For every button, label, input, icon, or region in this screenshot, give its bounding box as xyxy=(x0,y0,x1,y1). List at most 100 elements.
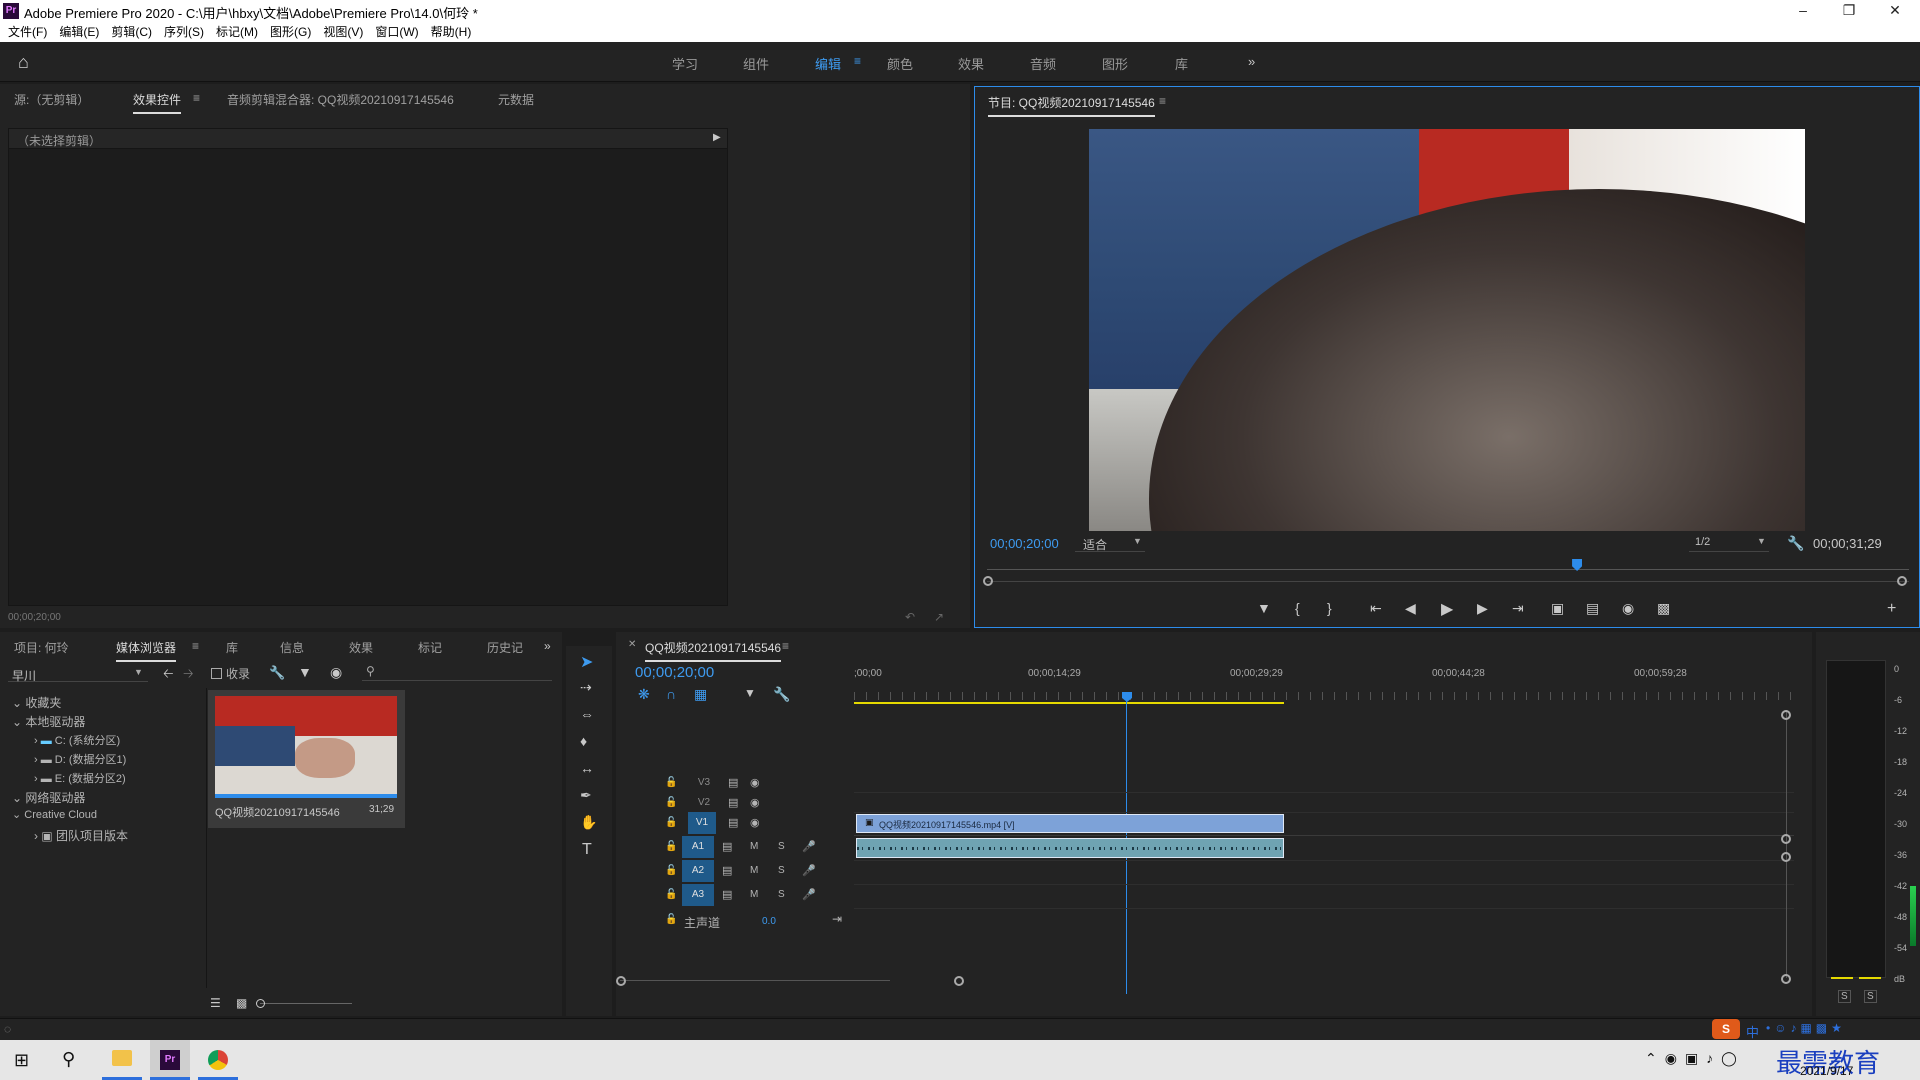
tree-creative-cloud[interactable]: ⌄ Creative Cloud xyxy=(12,808,97,821)
menu-graphics[interactable]: 图形(G) xyxy=(264,22,317,42)
go-to-end-icon[interactable]: ⇥ xyxy=(832,912,842,926)
camera-icon[interactable]: ◉ xyxy=(1622,600,1634,617)
timeline-scrollbar[interactable] xyxy=(620,980,890,981)
menu-sequence[interactable]: 序列(S) xyxy=(158,22,210,42)
premiere-taskbar-app[interactable]: Pr xyxy=(150,1040,190,1080)
workspace-tab-editing[interactable]: 编辑 xyxy=(815,54,841,73)
workspace-tab-learn[interactable]: 学习 xyxy=(672,54,698,73)
lock-icon[interactable]: 🔓 xyxy=(665,889,677,900)
sync-lock-icon[interactable]: ▤ xyxy=(728,776,738,789)
sync-lock-icon[interactable]: ▤ xyxy=(722,888,732,901)
menu-edit[interactable]: 编辑(E) xyxy=(53,22,105,42)
tree-local-drives[interactable]: ⌄ 本地驱动器 xyxy=(12,713,85,730)
lock-icon[interactable]: 🔓 xyxy=(665,817,677,828)
thumb-size-handle[interactable] xyxy=(256,999,265,1008)
lock-icon[interactable]: 🔓 xyxy=(665,865,677,876)
search-input[interactable]: ⚲ xyxy=(362,664,552,681)
project-menu-icon[interactable]: ≡ xyxy=(192,639,199,653)
step-forward-icon[interactable]: ▶ xyxy=(1477,600,1488,617)
step-back-icon[interactable]: ◀ xyxy=(1405,600,1416,617)
timeline-ruler[interactable]: ;00;00 00;00;14;29 00;00;29;29 00;00;44;… xyxy=(854,662,1794,706)
mute-button[interactable]: M xyxy=(750,865,758,876)
microphone-icon[interactable]: 🎤 xyxy=(802,864,816,877)
lock-icon[interactable]: 🔓 xyxy=(665,841,677,852)
sync-lock-icon[interactable]: ▤ xyxy=(728,796,738,809)
location-dropdown[interactable]: 早川 ▼ xyxy=(8,666,148,683)
clip-thumbnail-card[interactable]: QQ视频20210917145546 31;29 xyxy=(208,690,405,828)
wrench-icon[interactable]: 🔧 xyxy=(269,665,285,681)
workspace-menu-icon[interactable]: ≡ xyxy=(854,54,861,68)
slip-tool-icon[interactable]: ↔ xyxy=(580,760,594,776)
restore-icon[interactable]: ❐ xyxy=(1826,0,1872,22)
forward-arrow-icon[interactable]: 🡢 xyxy=(183,665,194,687)
tree-drive-d[interactable]: › ▬ D: (数据分区1) xyxy=(34,751,126,767)
list-view-icon[interactable]: ☰ xyxy=(210,996,221,1010)
solo-button[interactable]: S xyxy=(778,841,785,852)
program-video-frame[interactable] xyxy=(1089,129,1805,531)
solo-right-button[interactable]: S xyxy=(1864,990,1877,1003)
menu-clip[interactable]: 剪辑(C) xyxy=(105,22,158,42)
view-icon[interactable]: ◉ xyxy=(330,664,342,681)
track-select-tool-icon[interactable]: ⇢ xyxy=(580,679,592,696)
sync-lock-icon[interactable]: ▤ xyxy=(722,840,732,853)
linked-selection-icon[interactable]: ▦ xyxy=(694,686,707,703)
track-a3[interactable]: A3 xyxy=(682,884,714,906)
microphone-icon[interactable]: 🎤 xyxy=(802,888,816,901)
mute-button[interactable]: M xyxy=(750,889,758,900)
eye-icon[interactable]: ◉ xyxy=(750,816,760,829)
mute-button[interactable]: M xyxy=(750,841,758,852)
workspace-tab-graphics[interactable]: 图形 xyxy=(1102,54,1128,73)
ripple-edit-tool-icon[interactable]: ⇔ xyxy=(580,706,594,722)
pen-tool-icon[interactable]: ✒ xyxy=(580,787,592,804)
thumb-size-slider[interactable] xyxy=(260,1003,352,1004)
menu-view[interactable]: 视图(V) xyxy=(317,22,369,42)
ime-mode[interactable]: 中 xyxy=(1746,1022,1759,1041)
compare-view-icon[interactable]: ▩ xyxy=(1657,600,1670,617)
program-menu-icon[interactable]: ≡ xyxy=(1159,94,1166,108)
track-v1[interactable]: V1 xyxy=(688,812,716,834)
tab-effect-controls[interactable]: 效果控件 xyxy=(133,91,182,114)
track-a1[interactable]: A1 xyxy=(682,836,714,858)
tree-team-project[interactable]: › ▣ 团队项目版本 xyxy=(34,827,128,844)
tab-info[interactable]: 信息 xyxy=(280,639,304,656)
work-area-bar[interactable] xyxy=(854,702,1284,704)
zoom-handle-right[interactable] xyxy=(1897,576,1907,586)
play-icon[interactable]: ▶ xyxy=(1441,599,1453,619)
vscroll-handle[interactable] xyxy=(1781,710,1791,720)
tab-effects[interactable]: 效果 xyxy=(349,639,373,656)
tab-history[interactable]: 历史记 xyxy=(487,639,523,656)
solo-left-button[interactable]: S xyxy=(1838,990,1851,1003)
snap-icon[interactable]: ❋ xyxy=(638,686,650,703)
sequence-tab[interactable]: QQ视频20210917145546 xyxy=(645,639,782,662)
tree-drive-c[interactable]: › ▬ C: (系统分区) xyxy=(34,732,120,748)
system-tray-icons[interactable]: ⌃◉▣♪◯ xyxy=(1645,1050,1745,1067)
mark-in-icon[interactable]: { xyxy=(1295,600,1300,616)
more-panels-icon[interactable]: » xyxy=(544,639,551,653)
sogou-ime-icon[interactable]: S xyxy=(1712,1019,1740,1039)
filter-icon[interactable]: ↶ xyxy=(905,610,915,624)
solo-button[interactable]: S xyxy=(778,889,785,900)
workspace-tab-assembly[interactable]: 组件 xyxy=(743,54,769,73)
timeline-menu-icon[interactable]: ≡ xyxy=(782,639,789,653)
video-clip[interactable]: ▣ QQ视频20210917145546.mp4 [V] xyxy=(856,814,1284,833)
icon-view-icon[interactable]: ▩ xyxy=(236,996,247,1010)
tree-drive-e[interactable]: › ▬ E: (数据分区2) xyxy=(34,770,126,786)
track-v3[interactable]: V3 xyxy=(688,772,720,794)
expand-right-icon[interactable]: ▶ xyxy=(713,132,721,143)
wrench-icon[interactable]: 🔧 xyxy=(1787,535,1804,552)
hand-tool-icon[interactable]: ✋ xyxy=(580,814,597,831)
menu-file[interactable]: 文件(F) xyxy=(0,22,53,42)
search-icon[interactable]: ⚲ xyxy=(62,1049,75,1070)
add-marker-icon[interactable]: ▼ xyxy=(744,686,756,700)
tree-favorites[interactable]: ⌄ 收藏夹 xyxy=(12,694,61,711)
windows-start-icon[interactable]: ⊞ xyxy=(14,1050,29,1071)
add-button-icon[interactable]: + xyxy=(1887,600,1896,618)
lock-icon[interactable]: 🔓 xyxy=(665,777,677,788)
ingest-checkbox[interactable] xyxy=(211,668,222,679)
microphone-icon[interactable]: 🎤 xyxy=(802,840,816,853)
type-tool-icon[interactable]: T xyxy=(582,841,592,859)
export-icon[interactable]: ↗ xyxy=(934,610,944,624)
tab-source[interactable]: 源:（无剪辑） xyxy=(14,91,89,108)
menu-window[interactable]: 窗口(W) xyxy=(369,22,424,42)
panel-menu-icon[interactable]: ≡ xyxy=(193,91,200,105)
